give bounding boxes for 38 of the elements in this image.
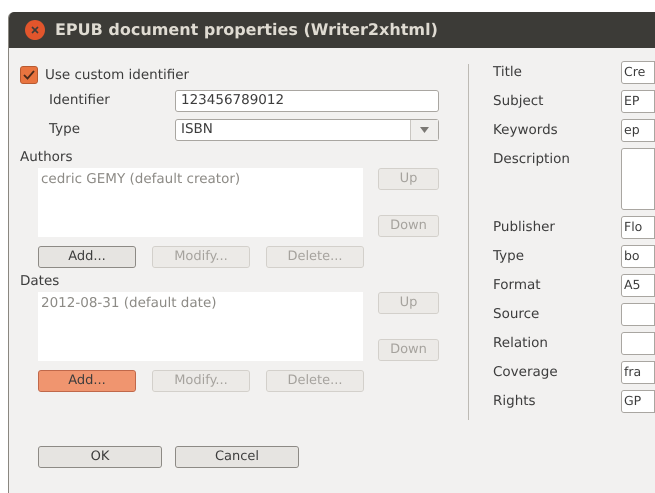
property-label: Type (493, 247, 526, 266)
property-label: Title (493, 63, 523, 82)
dialog-button[interactable]: OK (38, 446, 162, 468)
section-label: Dates (20, 272, 60, 291)
close-icon (31, 26, 39, 34)
text-area[interactable] (621, 148, 655, 210)
property-label: Coverage (493, 363, 559, 382)
window-title: EPUB document properties (Writer2xhtml) (55, 19, 438, 41)
input-field[interactable]: EP (621, 90, 655, 113)
list-action-button[interactable]: Add... (38, 370, 136, 392)
property-label: Keywords (493, 121, 559, 140)
property-label: Publisher (493, 218, 556, 237)
checkbox[interactable] (20, 66, 38, 84)
field-label: Type (49, 120, 82, 140)
property-label: Description (493, 150, 571, 169)
input-field[interactable] (621, 332, 655, 355)
input-field[interactable]: Cre (621, 61, 655, 84)
input-field[interactable]: bo (621, 245, 655, 268)
property-label: Relation (493, 334, 549, 353)
type-dropdown[interactable]: ISBN (175, 118, 439, 140)
identifier-field[interactable]: 123456789012 (175, 90, 439, 112)
checkbox-label[interactable]: Use custom identifier (45, 64, 190, 86)
property-label: Format (493, 276, 542, 295)
dropdown-arrow-icon (420, 126, 429, 132)
property-label: Rights (493, 392, 537, 411)
close-button[interactable] (25, 20, 45, 40)
input-field[interactable] (621, 303, 655, 326)
section-label: Authors (20, 148, 74, 167)
input-field[interactable]: fra (621, 361, 655, 384)
input-field[interactable]: GP (621, 390, 655, 413)
property-label: Source (493, 305, 540, 324)
property-label: Subject (493, 92, 544, 111)
input-field[interactable]: ep (621, 119, 655, 142)
dialog-button[interactable]: Cancel (175, 446, 299, 468)
input-field[interactable]: A5 (621, 274, 655, 297)
field-label: Identifier (49, 91, 111, 110)
list-action-button[interactable]: Add... (38, 246, 136, 268)
input-field[interactable]: Flo (621, 216, 655, 239)
